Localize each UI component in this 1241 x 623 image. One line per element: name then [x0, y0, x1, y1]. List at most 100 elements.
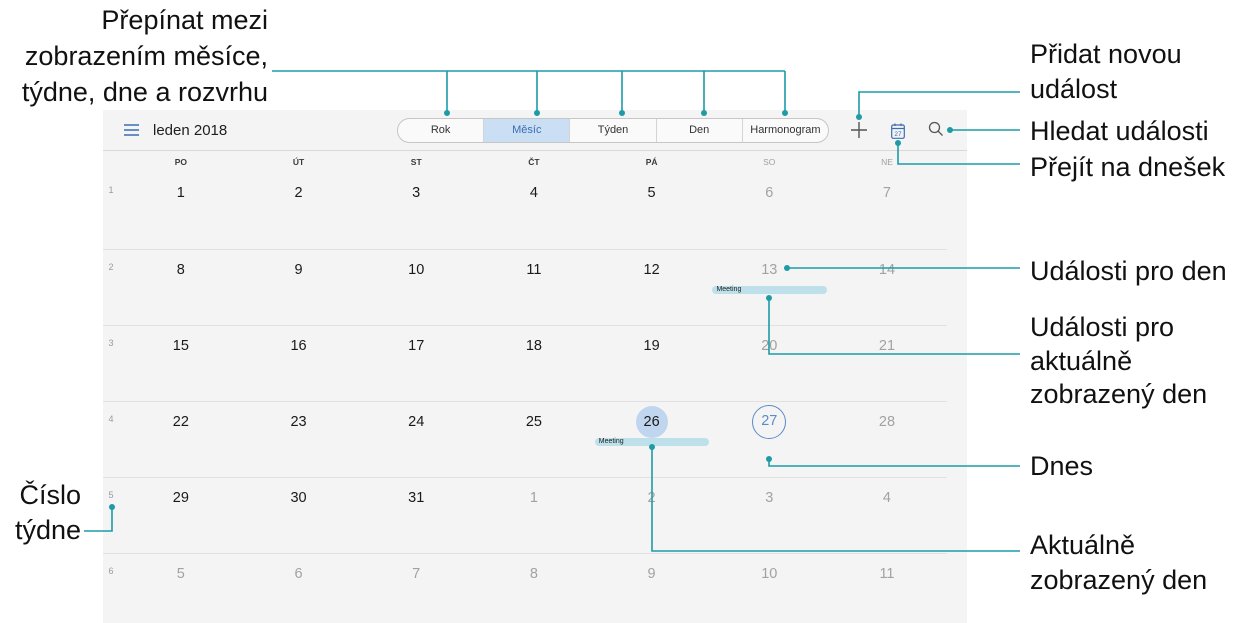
week-row: 2 8 9 10 11 12 13 Meeting 14: [103, 249, 947, 325]
day-cell[interactable]: 15: [122, 326, 240, 401]
day-cell[interactable]: 4: [475, 173, 593, 249]
selected-date: 26: [635, 406, 668, 438]
day-number: 9: [647, 566, 656, 582]
day-number: 6: [765, 185, 774, 201]
annotation-text: Události pro: [1030, 312, 1175, 342]
event-chip[interactable]: Meeting: [712, 286, 828, 294]
menu-icon[interactable]: [124, 124, 139, 136]
day-cell[interactable]: 17: [357, 326, 475, 401]
day-number: 28: [878, 414, 896, 430]
day-number: 1: [529, 490, 538, 506]
day-cell[interactable]: 14: [828, 250, 946, 325]
day-cell[interactable]: 6: [240, 554, 358, 623]
day-number: 14: [878, 262, 896, 278]
day-cell[interactable]: 18: [475, 326, 593, 401]
day-cell[interactable]: 21: [828, 326, 946, 401]
day-cell[interactable]: 6: [710, 173, 828, 249]
day-number: 5: [647, 185, 656, 201]
day-cell[interactable]: 10: [357, 250, 475, 325]
day-cell[interactable]: 23: [240, 402, 358, 477]
day-cell[interactable]: 11: [475, 250, 593, 325]
annotation-text: zobrazený den: [1030, 565, 1208, 595]
day-cell[interactable]: 1: [122, 173, 240, 249]
day-cell[interactable]: 5: [122, 554, 240, 623]
day-number: 12: [643, 262, 660, 278]
weekday-header: ČT: [528, 157, 540, 167]
view-tab-schedule[interactable]: Harmonogram: [741, 119, 828, 142]
annotation-go-to-today: Přejít na dnešek: [1030, 152, 1226, 182]
day-cell[interactable]: 10: [710, 554, 828, 623]
day-number: 25: [525, 414, 542, 430]
day-number: 4: [882, 490, 891, 506]
day-number: 3: [412, 185, 421, 201]
day-number: 11: [879, 566, 895, 582]
day-cell[interactable]: 3: [710, 478, 828, 553]
week-number: 1: [108, 185, 114, 195]
today-date: 27: [752, 405, 787, 439]
day-number: 10: [761, 566, 778, 582]
annotation-text: zobrazený den: [1030, 379, 1208, 409]
calendar-today-icon[interactable]: 27: [891, 123, 905, 139]
day-cell[interactable]: 24: [357, 402, 475, 477]
day-cell[interactable]: 20: [710, 326, 828, 401]
month-title[interactable]: leden 2018: [153, 122, 227, 140]
annotation-text: aktuálně: [1030, 345, 1133, 376]
day-cell[interactable]: 8: [475, 554, 593, 623]
day-cell[interactable]: 11: [828, 554, 946, 623]
view-tab-week[interactable]: Týden: [569, 119, 655, 142]
connector-line: [272, 70, 786, 113]
annotation-text: Aktuálně: [1030, 530, 1136, 560]
day-number: 29: [172, 490, 189, 506]
view-tab-year[interactable]: Rok: [398, 119, 483, 142]
day-number: 8: [529, 566, 538, 582]
annotation-view-switch: Přepínat mezi zobrazením měsíce, týdne, …: [0, 2, 268, 110]
event-title: Meeting: [716, 286, 742, 293]
day-cell[interactable]: 1: [475, 478, 593, 553]
annotation-text: týdne: [14, 515, 81, 545]
weekday-header: NE: [881, 157, 893, 167]
day-cell[interactable]: 2: [593, 478, 711, 553]
search-icon[interactable]: [928, 121, 944, 137]
view-tab-month[interactable]: Měsíc: [483, 119, 570, 142]
day-number: 8: [176, 262, 185, 278]
day-cell[interactable]: 7: [357, 554, 475, 623]
day-number: 5: [176, 566, 185, 582]
annotation-search-events: Hledat události: [1030, 116, 1209, 146]
month-grid: 1 1 2 3 4 5 6 7 2 8 9 10 11 12 13 Meeting 14 3 15 16 17 18 19 2…: [103, 173, 947, 623]
annotation-today: Dnes: [1030, 451, 1094, 481]
annotation-day-events: Události pro den: [1030, 256, 1227, 286]
day-cell[interactable]: 29: [122, 478, 240, 553]
week-row: 4 22 23 24 25 26 Meeting 27 28: [103, 401, 947, 477]
day-cell[interactable]: 16: [240, 326, 358, 401]
day-cell[interactable]: 4: [828, 478, 946, 553]
day-cell[interactable]: 26 Meeting: [593, 402, 711, 477]
day-cell[interactable]: 19: [593, 326, 711, 401]
view-tab-day[interactable]: Den: [655, 119, 742, 142]
plus-icon[interactable]: [851, 122, 867, 138]
day-cell[interactable]: 9: [240, 250, 358, 325]
day-cell[interactable]: 9: [593, 554, 711, 623]
day-cell[interactable]: 13 Meeting: [710, 250, 828, 325]
day-number: 4: [529, 185, 538, 201]
day-cell[interactable]: 31: [357, 478, 475, 553]
event-chip[interactable]: Meeting: [594, 438, 710, 446]
day-cell[interactable]: 30: [240, 478, 358, 553]
day-cell[interactable]: 7: [828, 173, 946, 249]
day-cell[interactable]: 27: [710, 402, 828, 477]
annotation-text: událost: [1030, 74, 1118, 104]
weekday-header: PÁ: [645, 157, 658, 167]
day-cell[interactable]: 5: [593, 173, 711, 249]
day-number: 7: [412, 566, 421, 582]
annotation-add-event: Přidat novou událost: [1030, 37, 1182, 107]
day-cell[interactable]: 22: [122, 402, 240, 477]
day-cell[interactable]: 28: [828, 402, 946, 477]
day-cell[interactable]: 3: [357, 173, 475, 249]
day-cell[interactable]: 8: [122, 250, 240, 325]
week-row: 6 5 6 7 8 9 10 11: [103, 553, 947, 623]
day-number: 16: [290, 338, 307, 354]
day-cell[interactable]: 25: [475, 402, 593, 477]
weekday-header-row: PO ÚT ST ČT PÁ SO NE: [122, 153, 946, 171]
day-cell[interactable]: 12: [593, 250, 711, 325]
day-number: 1: [176, 185, 185, 201]
day-cell[interactable]: 2: [240, 173, 358, 249]
